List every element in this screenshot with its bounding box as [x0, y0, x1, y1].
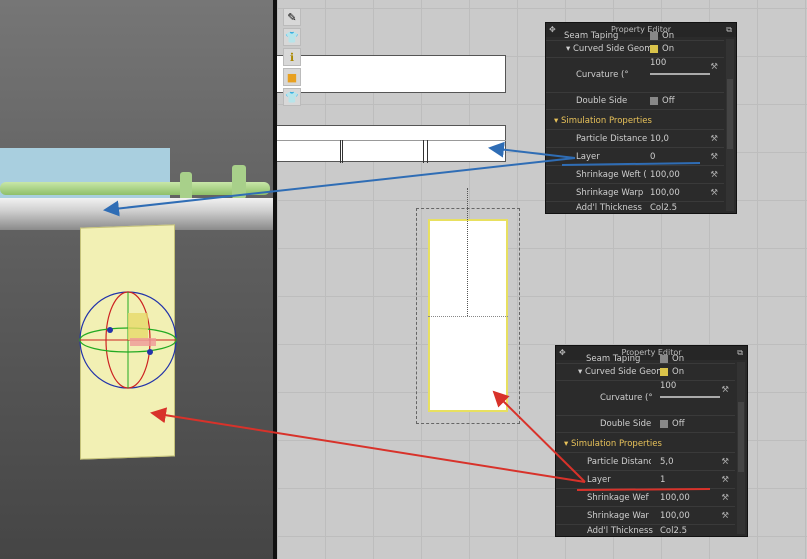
- scrollbar[interactable]: [726, 39, 734, 211]
- wrench-icon[interactable]: ⚒: [710, 59, 718, 76]
- curvature-value[interactable]: 100: [660, 378, 676, 395]
- seam-taping-checkbox[interactable]: On: [660, 354, 684, 364]
- thickness-label: Add'l Thickness: [576, 203, 642, 213]
- property-editor-bottom: ✥ Property Editor ⧉ Seam Taping On ▾ Curved…: [555, 345, 748, 537]
- scrollbar[interactable]: [737, 362, 745, 534]
- pattern-piece[interactable]: [277, 55, 506, 93]
- seam-taping-label: Seam Taping: [564, 31, 619, 41]
- shirt-pin-icon[interactable]: 👕: [283, 28, 301, 46]
- thickness-label: Add'l Thickness: [587, 526, 653, 536]
- pattern-piece[interactable]: [277, 125, 506, 163]
- curvature-value[interactable]: 100: [650, 55, 666, 72]
- wrench-icon[interactable]: ⚒: [710, 131, 718, 148]
- 3d-viewport[interactable]: [0, 0, 273, 559]
- seam-taping-checkbox[interactable]: On: [650, 31, 674, 41]
- particle-distance-label: Particle Distance (: [587, 457, 651, 467]
- double-side-label: Double Side: [576, 96, 628, 106]
- pen-icon[interactable]: ✎: [283, 8, 301, 26]
- wrench-icon[interactable]: ⚒: [721, 490, 729, 507]
- layer-value[interactable]: 1: [660, 472, 665, 489]
- wrench-icon[interactable]: ⚒: [721, 472, 729, 489]
- wrench-icon[interactable]: ⚒: [721, 508, 729, 525]
- thickness-value[interactable]: Col2.5: [650, 203, 677, 213]
- wrench-icon[interactable]: ⚒: [710, 149, 718, 166]
- particle-distance-value[interactable]: 5,0: [660, 454, 674, 471]
- curvature-slider[interactable]: [650, 73, 710, 75]
- wrench-icon[interactable]: ⚒: [721, 382, 729, 399]
- curvature-slider[interactable]: [660, 396, 720, 398]
- layer-value[interactable]: 0: [650, 149, 655, 166]
- particle-distance-value[interactable]: 10,0: [650, 131, 669, 148]
- double-side-checkbox[interactable]: Off: [650, 93, 675, 110]
- simulation-properties-section[interactable]: ▾ Simulation Properties: [554, 113, 652, 130]
- property-editor-top: ✥ Property Editor ⧉ Seam Taping On ▾ Curved…: [545, 22, 737, 214]
- wrench-icon[interactable]: ⚒: [721, 454, 729, 471]
- layer-label: Layer: [587, 475, 611, 485]
- folder-icon[interactable]: ■: [283, 68, 301, 86]
- particle-distance-label: Particle Distance (: [576, 134, 648, 144]
- shrinkage-warp-value[interactable]: 100,00: [660, 508, 690, 525]
- toolbar: ✎ 👕 ℹ ■ 👕: [283, 8, 303, 108]
- double-side-label: Double Side: [600, 419, 652, 429]
- thickness-value[interactable]: Col2.5: [660, 526, 687, 536]
- shrinkage-warp-label: Shrinkage Warp (: [576, 188, 646, 198]
- seam-taping-label: Seam Taping: [586, 354, 641, 364]
- shrinkage-weft-value[interactable]: 100,00: [660, 490, 690, 507]
- shrinkage-weft-value[interactable]: 100,00: [650, 167, 680, 184]
- curved-side-label[interactable]: ▾ Curved Side Geom: [566, 41, 653, 58]
- shrinkage-warp-value[interactable]: 100,00: [650, 185, 680, 202]
- shrinkage-warp-label: Shrinkage Warp (: [587, 511, 649, 521]
- shrinkage-weft-label: Shrinkage Weft (: [576, 170, 646, 180]
- undock-icon[interactable]: ⧉: [726, 23, 732, 37]
- shrinkage-weft-label: Shrinkage Weft (: [587, 493, 649, 503]
- simulation-properties-section[interactable]: ▾ Simulation Properties: [564, 436, 662, 453]
- layer-label: Layer: [576, 152, 600, 162]
- curvature-label: Curvature (°: [576, 70, 629, 80]
- shirt-lock-icon[interactable]: 👕: [283, 88, 301, 106]
- double-side-checkbox[interactable]: Off: [660, 416, 685, 433]
- undock-icon[interactable]: ⧉: [737, 346, 743, 360]
- gizmo[interactable]: [0, 0, 273, 559]
- curvature-label: Curvature (°: [600, 393, 653, 403]
- wrench-icon[interactable]: ⚒: [710, 167, 718, 184]
- curved-side-label[interactable]: ▾ Curved Side Geom: [578, 364, 665, 381]
- info-icon[interactable]: ℹ: [283, 48, 301, 66]
- wrench-icon[interactable]: ⚒: [710, 185, 718, 202]
